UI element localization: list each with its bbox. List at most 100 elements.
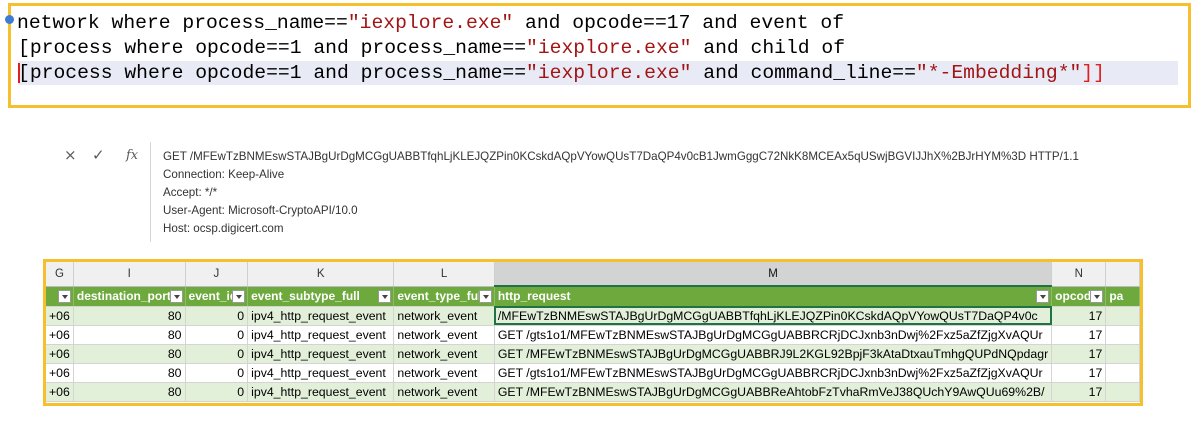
table-cell[interactable]: [1105, 306, 1140, 326]
query-line-3: [process where opcode==1 and process_nam…: [18, 61, 1178, 85]
table-cell[interactable]: ipv4_http_request_event: [247, 363, 395, 383]
table-cell[interactable]: ipv4_http_request_event: [247, 325, 395, 345]
formula-text-line[interactable]: Connection: Keep-Alive: [163, 166, 284, 184]
table-cell[interactable]: ipv4_http_request_event: [247, 344, 395, 364]
column-letter[interactable]: N: [1051, 262, 1107, 287]
table-cell[interactable]: ipv4_http_request_event: [247, 306, 395, 326]
table-cell[interactable]: network_event: [393, 344, 495, 364]
table-cell[interactable]: 0: [185, 325, 249, 345]
column-header[interactable]: event_id: [185, 286, 249, 307]
table-cell[interactable]: 17: [1051, 382, 1107, 402]
table-cell[interactable]: 80: [73, 306, 186, 326]
column-header[interactable]: [46, 286, 74, 307]
table-cell[interactable]: 17: [1051, 325, 1107, 345]
formula-text-line[interactable]: GET /MFEwTzBNMEswSTAJBgUrDgMCGgUABBTfqhL…: [163, 148, 1079, 166]
table-row: +06 80 0 ipv4_http_request_event network_eve…: [46, 344, 1140, 364]
table-cell[interactable]: 0: [185, 363, 249, 383]
table-cell[interactable]: +06: [46, 325, 74, 345]
table-cell[interactable]: 0: [185, 382, 249, 402]
column-header[interactable]: event_type_full: [393, 286, 495, 307]
header-label: destination_port: [76, 289, 171, 303]
column-letter-row: G I J K L M N: [46, 262, 1140, 287]
table-cell[interactable]: network_event: [393, 306, 495, 326]
insert-function-icon[interactable]: fx: [126, 148, 138, 163]
table-cell[interactable]: 0: [185, 306, 249, 326]
column-header[interactable]: pa: [1105, 286, 1140, 307]
column-letter[interactable]: [1105, 262, 1140, 287]
filter-dropdown-icon[interactable]: [1036, 290, 1050, 303]
column-header[interactable]: destination_port: [73, 286, 186, 307]
table-cell[interactable]: 80: [73, 363, 186, 383]
query-string: "iexplore.exe": [526, 37, 692, 59]
header-label: event_type_full: [397, 289, 485, 303]
enter-icon[interactable]: ✓: [92, 146, 105, 164]
table-cell[interactable]: network_event: [393, 363, 495, 383]
filter-dropdown-icon[interactable]: [232, 289, 246, 303]
table-cell[interactable]: 0: [185, 344, 249, 364]
column-letter-selected[interactable]: M: [494, 262, 1053, 287]
header-label: pa: [1109, 289, 1124, 303]
query-text: and opcode==17 and event of: [513, 12, 845, 34]
header-row: destination_port event_id event_subtype_…: [46, 286, 1140, 307]
query-string: "*-Embedding*": [915, 62, 1082, 84]
column-letter[interactable]: L: [393, 262, 495, 287]
formula-text-line[interactable]: User-Agent: Microsoft-CryptoAPI/10.0: [163, 202, 358, 220]
table-cell[interactable]: 80: [73, 382, 186, 402]
table-cell[interactable]: network_event: [393, 382, 495, 402]
table-cell[interactable]: 17: [1051, 363, 1107, 383]
table-cell[interactable]: 80: [73, 325, 186, 345]
column-letter[interactable]: J: [185, 262, 249, 287]
table-cell[interactable]: ipv4_http_request_event: [247, 382, 395, 402]
table-cell[interactable]: [1105, 382, 1140, 402]
table-row: +06 80 0 ipv4_http_request_event network_eve…: [46, 382, 1140, 402]
query-text: and child of: [691, 37, 846, 59]
filter-dropdown-icon[interactable]: [478, 289, 492, 303]
table-cell[interactable]: 80: [73, 344, 186, 364]
column-header[interactable]: http_request: [494, 286, 1053, 307]
table-cell[interactable]: GET /gts1o1/MFEwTzBNMEswSTAJBgUrDgMCGgUA…: [494, 325, 1053, 345]
table-cell[interactable]: GET /MFEwTzBNMEswSTAJBgUrDgMCGgUABBReAht…: [494, 382, 1053, 402]
table-cell[interactable]: 17: [1051, 306, 1107, 326]
table-cell[interactable]: GET /MFEwTzBNMEswSTAJBgUrDgMCGgUABBRJ9L2…: [494, 344, 1053, 364]
query-closing-brackets: ]]: [1081, 62, 1105, 84]
table-cell[interactable]: GET /gts1o1/MFEwTzBNMEswSTAJBgUrDgMCGgUA…: [494, 363, 1053, 383]
column-letter[interactable]: I: [73, 262, 186, 287]
query-text: [process where opcode==1 and process_nam…: [18, 37, 527, 59]
breakpoint-marker-icon: [5, 15, 14, 24]
table-row: +06 80 0 ipv4_http_request_event network_eve…: [46, 363, 1140, 383]
query-text: and command_line==: [691, 62, 916, 84]
table-cell[interactable]: [1105, 325, 1140, 345]
table-cell[interactable]: +06: [46, 344, 74, 364]
formula-bar-divider: [150, 142, 151, 242]
table-row: +06 80 0 ipv4_http_request_event network_eve…: [46, 325, 1140, 345]
spreadsheet-grid: G I J K L M N destination_port event_id …: [43, 259, 1143, 406]
table-cell[interactable]: +06: [46, 382, 74, 402]
filter-dropdown-icon[interactable]: [169, 289, 183, 303]
table-cell[interactable]: 17: [1051, 344, 1107, 364]
filter-dropdown-icon[interactable]: [57, 289, 71, 303]
table-cell[interactable]: +06: [46, 306, 74, 326]
table-cell[interactable]: network_event: [393, 325, 495, 345]
formula-text-line[interactable]: Host: ocsp.digicert.com: [163, 220, 284, 238]
header-label: http_request: [497, 289, 571, 304]
filter-dropdown-icon[interactable]: [378, 289, 392, 303]
query-text: [process where opcode==1 and process_nam…: [18, 62, 527, 84]
data-table: G I J K L M N destination_port event_id …: [46, 262, 1140, 402]
query-string: "iexplore.exe": [347, 12, 514, 34]
selected-cell[interactable]: /MFEwTzBNMEswSTAJBgUrDgMCGgUABBTfqhLjKLE…: [494, 306, 1053, 326]
filter-dropdown-icon[interactable]: [1090, 289, 1104, 303]
cancel-icon[interactable]: ×: [64, 146, 77, 164]
formula-text-line[interactable]: Accept: */*: [163, 184, 217, 202]
query-string: "iexplore.exe": [526, 62, 692, 84]
query-editor[interactable]: network where process_name=="iexplore.ex…: [5, 3, 1191, 108]
table-cell[interactable]: [1105, 363, 1140, 383]
header-label: event_id: [188, 289, 238, 303]
header-label: event_subtype_full: [251, 289, 360, 303]
column-letter[interactable]: G: [46, 262, 74, 287]
table-cell[interactable]: [1105, 344, 1140, 364]
table-cell[interactable]: +06: [46, 363, 74, 383]
column-letter[interactable]: K: [247, 262, 395, 287]
column-header[interactable]: opcode: [1051, 286, 1107, 307]
column-header[interactable]: event_subtype_full: [247, 286, 395, 307]
formula-bar: × ✓ fx GET /MFEwTzBNMEswSTAJBgUrDgMCGgUA…: [56, 142, 1200, 242]
